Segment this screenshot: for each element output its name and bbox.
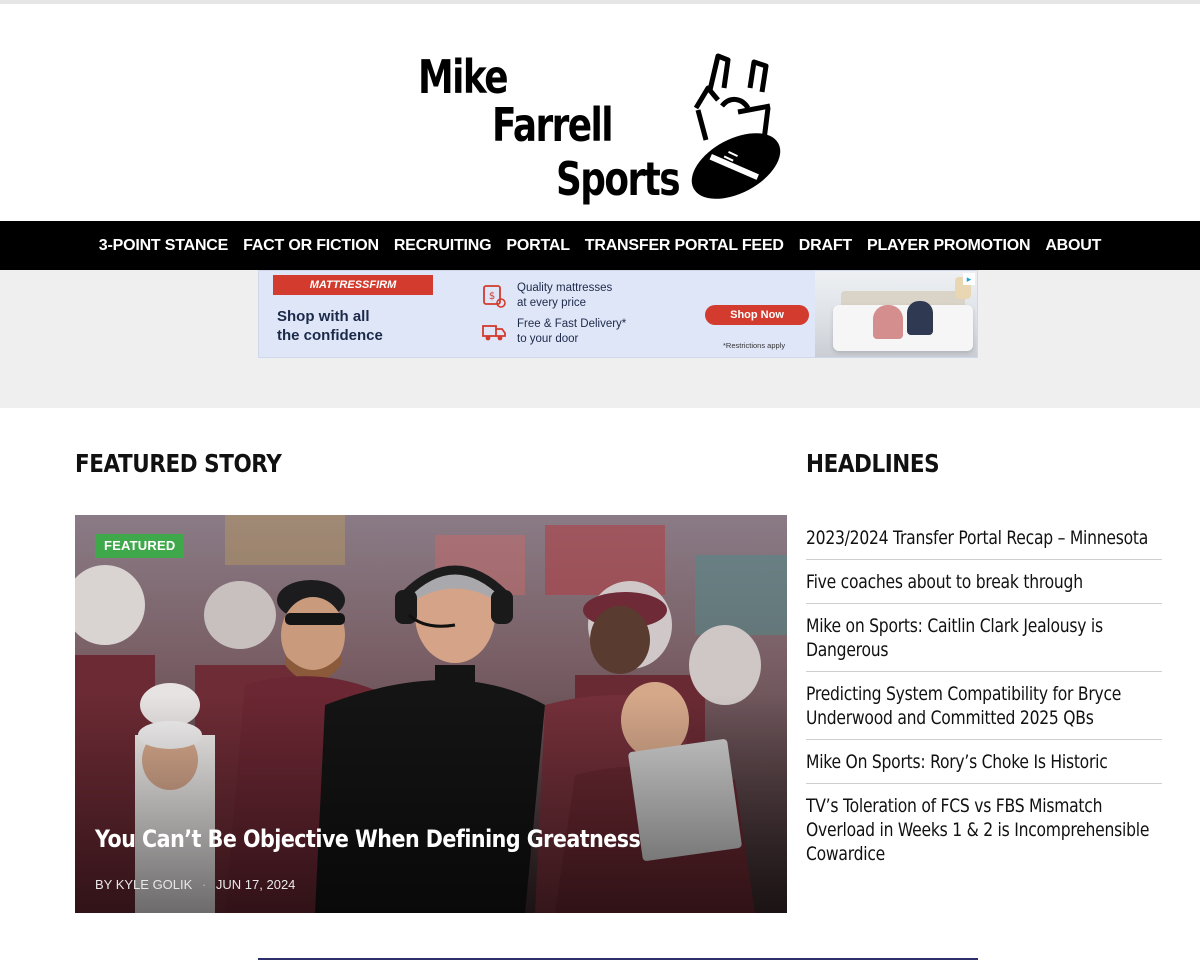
mattress-firm-ad[interactable]: MATTRESSFIRM Shop with all the confidenc… <box>258 270 978 358</box>
logo-word-farrell: Farrell <box>492 98 614 152</box>
svg-text:$: $ <box>489 291 495 302</box>
nav-item-draft[interactable]: DRAFT <box>791 237 859 255</box>
headlines-list: 2023/2024 Transfer Portal Recap – Minnes… <box>806 518 1162 865</box>
list-item: 2023/2024 Transfer Portal Recap – Minnes… <box>806 518 1162 560</box>
meta-separator: · <box>201 877 207 892</box>
featured-story-date: JUN 17, 2024 <box>215 877 296 892</box>
list-item: Mike On Sports: Rory’s Choke Is Historic <box>806 740 1162 784</box>
ad-feature1-line2: at every price <box>517 297 587 309</box>
featured-story-author[interactable]: BY KYLE GOLIK <box>95 877 192 892</box>
ad-photo <box>815 271 977 357</box>
headline-link[interactable]: Mike on Sports: Caitlin Clark Jealousy i… <box>806 614 1162 662</box>
ad-shop-now-button[interactable]: Shop Now <box>705 305 809 325</box>
headline-link[interactable]: TV’s Toleration of FCS vs FBS Mismatch O… <box>806 794 1162 866</box>
headline-link[interactable]: Mike On Sports: Rory’s Choke Is Historic <box>806 750 1162 774</box>
ad-feature2-line2: to your door <box>517 333 579 345</box>
nav-item-3-point-stance[interactable]: 3-POINT STANCE <box>91 237 235 255</box>
ad-feature-delivery: Free & Fast Delivery* to your door <box>481 317 681 351</box>
ad-brand-logo: MATTRESSFIRM <box>273 275 433 295</box>
ad-tagline-line1: Shop with all <box>277 308 370 325</box>
nav-item-transfer-portal-feed[interactable]: TRANSFER PORTAL FEED <box>577 237 791 255</box>
ad-feature1-line1: Quality mattresses <box>517 282 613 294</box>
logo-word-mike: Mike <box>418 50 509 104</box>
ad-tagline-line2: the confidence <box>277 327 383 344</box>
featured-story-heading: FEATURED STORY <box>75 449 282 478</box>
nav-item-fact-or-fiction[interactable]: FACT OR FICTION <box>236 237 387 255</box>
ad-feature2-line1: Free & Fast Delivery* <box>517 318 627 330</box>
featured-image-shade <box>75 515 787 913</box>
headlines-heading: HEADLINES <box>806 449 940 478</box>
list-item: TV’s Toleration of FCS vs FBS Mismatch O… <box>806 784 1162 865</box>
ad-band: MATTRESSFIRM Shop with all the confidenc… <box>0 270 1200 408</box>
headline-link[interactable]: Predicting System Compatibility for Bryc… <box>806 682 1162 730</box>
featured-story-card[interactable]: FEATURED You Can’t Be Objective When Def… <box>75 515 787 913</box>
headline-link[interactable]: Five coaches about to break through <box>806 570 1162 594</box>
site-logo[interactable]: Mike Farrell Sports <box>410 40 800 220</box>
nav-item-player-promotion[interactable]: PLAYER PROMOTION <box>859 237 1037 255</box>
ad-restrictions: *Restrictions apply <box>723 341 786 350</box>
list-item: Predicting System Compatibility for Bryc… <box>806 672 1162 740</box>
football-uprights-icon <box>691 53 781 199</box>
list-item: Five coaches about to break through <box>806 560 1162 604</box>
ad-tagline: Shop with all the confidence <box>277 307 477 345</box>
headline-link[interactable]: 2023/2024 Transfer Portal Recap – Minnes… <box>806 526 1162 550</box>
list-item: Mike on Sports: Caitlin Clark Jealousy i… <box>806 604 1162 672</box>
main-nav: 3-POINT STANCE FACT OR FICTION RECRUITIN… <box>0 221 1200 270</box>
ad-feature-quality: $ Quality mattresses at every price <box>481 281 681 315</box>
featured-story-meta: BY KYLE GOLIK · JUN 17, 2024 <box>95 877 295 892</box>
featured-story-title[interactable]: You Can’t Be Objective When Defining Gre… <box>95 825 663 853</box>
nav-item-recruiting[interactable]: RECRUITING <box>386 237 499 255</box>
top-border <box>0 0 1200 4</box>
featured-badge[interactable]: FEATURED <box>95 534 185 558</box>
price-tag-icon: $ <box>483 285 506 308</box>
adchoices-icon[interactable]: ▸ <box>963 273 975 285</box>
delivery-truck-icon <box>482 325 506 341</box>
logo-word-sports: Sports <box>556 152 681 206</box>
nav-item-portal[interactable]: PORTAL <box>499 237 577 255</box>
nav-item-about[interactable]: ABOUT <box>1038 237 1109 255</box>
